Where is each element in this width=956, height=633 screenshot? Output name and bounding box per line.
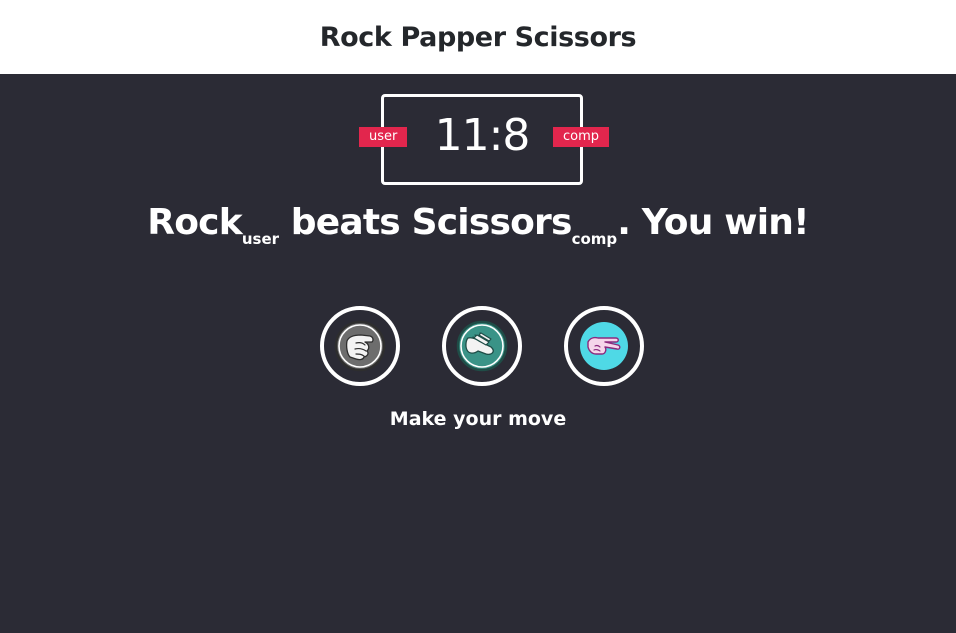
result-user-sub: user — [241, 230, 280, 248]
result-outcome: . You win! — [617, 202, 809, 243]
user-badge: user — [359, 127, 408, 147]
result-message: Rockuser beats Scissorscomp. You win! — [0, 202, 956, 248]
move-prompt: Make your move — [389, 408, 567, 430]
page-title: Rock Papper Scissors — [319, 21, 637, 53]
rock-button[interactable] — [320, 306, 400, 386]
scissors-button[interactable] — [564, 306, 644, 386]
result-user-choice: Rock — [147, 202, 242, 243]
result-comp-choice: Scissors — [411, 202, 573, 243]
app-header: Rock Papper Scissors — [0, 0, 956, 74]
game-area: 11:8 user comp Rockuser beats Scissorsco… — [0, 74, 956, 633]
result-comp-sub: comp — [571, 230, 618, 248]
comp-badge: comp — [553, 127, 610, 147]
score-display: 11:8 — [434, 110, 531, 161]
result-verb: beats — [290, 202, 401, 243]
scissors-fingers-icon — [580, 322, 628, 370]
paper-button[interactable] — [442, 306, 522, 386]
rock-fist-icon — [334, 320, 386, 372]
paper-hand-icon — [456, 320, 508, 372]
